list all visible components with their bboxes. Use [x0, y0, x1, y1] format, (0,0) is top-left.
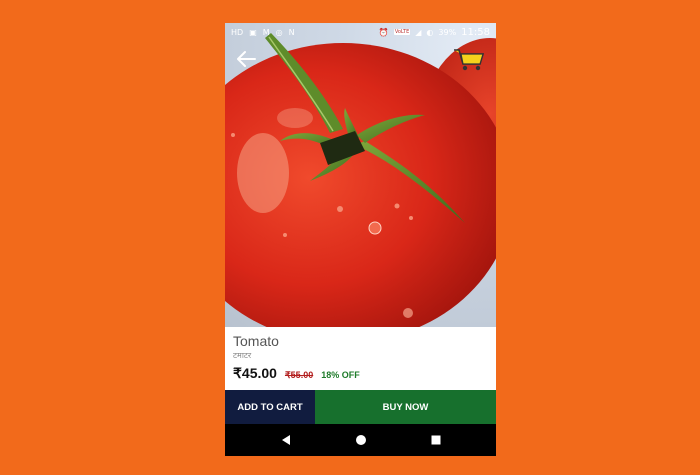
- clock: 11:58: [461, 26, 490, 38]
- battery-percent: 39%: [438, 27, 457, 37]
- arrow-left-icon: [237, 51, 256, 67]
- action-buttons: ADD TO CART BUY NOW: [225, 390, 496, 424]
- gmail-notification-icon: M: [262, 27, 270, 37]
- shopping-cart-icon: [454, 49, 485, 71]
- status-bar: HD ▣ M ◎ N ⏰ VoLTE ◢ ◐ 39% 11:58: [225, 23, 496, 41]
- circle-home-icon[interactable]: [355, 434, 367, 446]
- back-button[interactable]: [235, 49, 257, 69]
- hd-label: HD: [231, 27, 244, 37]
- gallery-notification-icon: ▣: [249, 27, 257, 37]
- discount-badge: 18% OFF: [321, 370, 360, 380]
- price-row: ₹45.00 ₹55.00 18% OFF: [233, 365, 488, 382]
- triangle-back-icon[interactable]: [280, 434, 292, 446]
- alarm-icon: ⏰: [378, 27, 389, 37]
- whatsapp-notification-icon: ◎: [275, 27, 283, 37]
- battery-icon: ◐: [426, 27, 434, 37]
- product-name: Tomato: [233, 333, 279, 349]
- product-info: Tomato टमाटर ₹45.00 ₹55.00 18% OFF: [225, 327, 496, 390]
- square-recent-icon[interactable]: [430, 434, 442, 446]
- app-notification-icon: N: [288, 27, 295, 37]
- cart-button[interactable]: [453, 47, 485, 73]
- original-price: ₹55.00: [284, 370, 314, 380]
- current-price: ₹45.00: [233, 365, 277, 381]
- signal-icon: ◢: [415, 27, 422, 37]
- product-local-name: टमाटर: [233, 351, 252, 360]
- buy-now-button[interactable]: BUY NOW: [315, 390, 496, 424]
- phone-screen: HD ▣ M ◎ N ⏰ VoLTE ◢ ◐ 39% 11:58 Tomato …: [225, 23, 496, 456]
- android-nav-bar: [225, 424, 496, 456]
- volte-label: VoLTE: [393, 29, 411, 35]
- add-to-cart-button[interactable]: ADD TO CART: [225, 390, 315, 424]
